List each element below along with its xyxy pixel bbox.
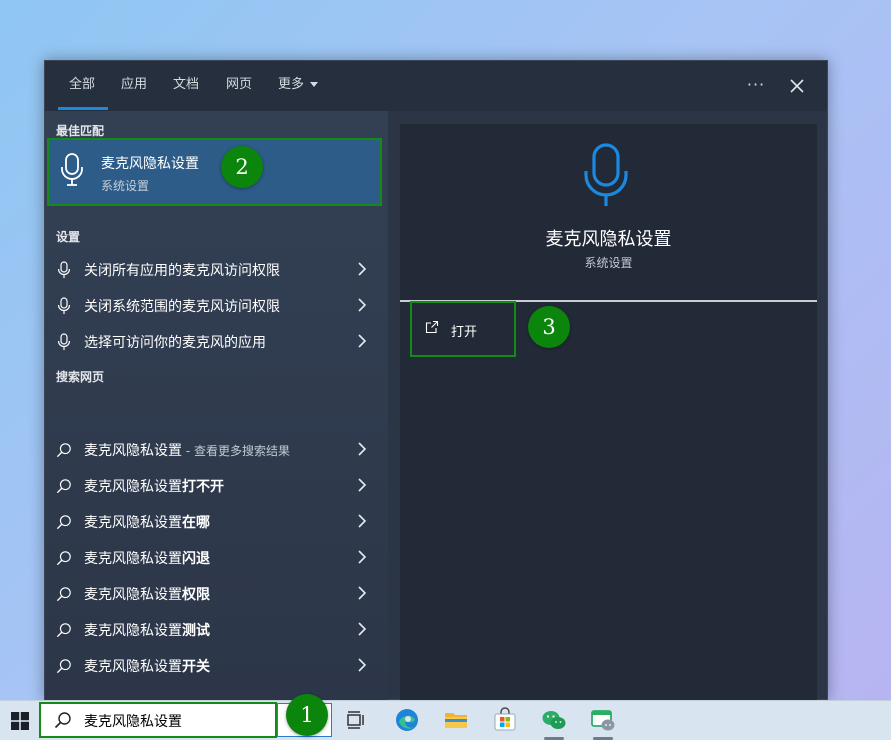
list-item[interactable]: 麦克风隐私设置权限 — [45, 575, 388, 611]
preview-title: 麦克风隐私设置 — [545, 229, 672, 250]
microphone-icon — [584, 143, 628, 206]
chevron-right-icon — [358, 586, 367, 600]
list-item-label: 麦克风隐私设置开关 — [84, 659, 210, 675]
tab-web[interactable]: 网页 — [226, 61, 252, 111]
chevron-down-icon — [310, 82, 319, 87]
chevron-right-icon — [358, 550, 367, 564]
step-marker-2: 2 — [221, 146, 263, 188]
list-item[interactable]: 麦克风隐私设置测试 — [45, 611, 388, 647]
more-options-button[interactable]: ··· — [745, 73, 767, 97]
chevron-right-icon — [358, 622, 367, 636]
list-item-label: 麦克风隐私设置权限 — [84, 587, 210, 603]
search-icon — [56, 479, 71, 494]
search-icon — [56, 551, 71, 566]
search-input[interactable]: 麦克风隐私设置 — [84, 711, 182, 731]
windows-start-icon[interactable] — [11, 712, 29, 730]
list-item-label: 麦克风隐私设置闪退 — [84, 551, 210, 567]
list-item-label: 麦克风隐私设置测试 — [84, 623, 210, 639]
edge-browser-icon[interactable] — [394, 707, 420, 733]
preview-pane: 麦克风隐私设置 系统设置 打开 — [400, 124, 817, 701]
search-icon — [56, 623, 71, 638]
open-button[interactable]: 打开 — [410, 301, 516, 357]
step-marker-1: 1 — [286, 694, 328, 736]
chevron-right-icon — [358, 442, 367, 456]
active-tab-indicator — [58, 107, 108, 110]
list-item[interactable]: 麦克风隐私设置打不开 — [45, 467, 388, 503]
tab-more-label: 更多 — [278, 77, 305, 92]
wechat-work-icon[interactable] — [590, 707, 616, 733]
list-item-label: 麦克风隐私设置 - 查看更多搜索结果 — [84, 443, 290, 459]
list-item-label: 麦克风隐私设置在哪 — [84, 515, 210, 531]
list-item-label: 麦克风隐私设置打不开 — [84, 479, 224, 495]
taskbar-search-box[interactable]: 麦克风隐私设置 — [39, 702, 277, 738]
chevron-right-icon — [358, 658, 367, 672]
tab-documents[interactable]: 文档 — [173, 61, 199, 111]
search-icon — [56, 659, 71, 674]
chevron-right-icon — [358, 514, 367, 528]
search-icon — [56, 587, 71, 602]
task-view-icon[interactable] — [343, 707, 369, 733]
filter-tab-bar: 全部 应用 文档 网页 更多 ··· — [45, 61, 827, 111]
search-icon — [56, 443, 71, 458]
tab-more[interactable]: 更多 — [278, 61, 319, 111]
wechat-icon[interactable] — [541, 707, 567, 733]
web-results: 麦克风隐私设置 - 查看更多搜索结果 麦克风隐私设置打不开 麦克风隐私设置在哪 — [45, 111, 388, 701]
step-marker-3: 3 — [528, 306, 570, 348]
preview-subtitle: 系统设置 — [584, 256, 633, 270]
list-item[interactable]: 麦克风隐私设置在哪 — [45, 503, 388, 539]
open-button-label: 打开 — [451, 325, 478, 340]
search-icon — [54, 712, 71, 729]
list-item[interactable]: 麦克风隐私设置闪退 — [45, 539, 388, 575]
tab-all[interactable]: 全部 — [69, 61, 95, 111]
search-panel: 全部 应用 文档 网页 更多 ··· 最佳匹配 麦克风隐私设置 系统设置 设置 — [44, 60, 828, 701]
chevron-right-icon — [358, 478, 367, 492]
taskbar: 麦克风隐私设置 — [0, 700, 891, 740]
close-button[interactable] — [785, 74, 809, 98]
file-explorer-icon[interactable] — [443, 707, 469, 733]
list-item[interactable]: 麦克风隐私设置开关 — [45, 647, 388, 683]
search-icon — [56, 515, 71, 530]
open-external-icon — [425, 320, 439, 334]
close-icon — [790, 79, 804, 93]
tab-apps[interactable]: 应用 — [121, 61, 147, 111]
list-item[interactable]: 麦克风隐私设置 - 查看更多搜索结果 — [45, 431, 388, 467]
microsoft-store-icon[interactable] — [492, 707, 518, 733]
